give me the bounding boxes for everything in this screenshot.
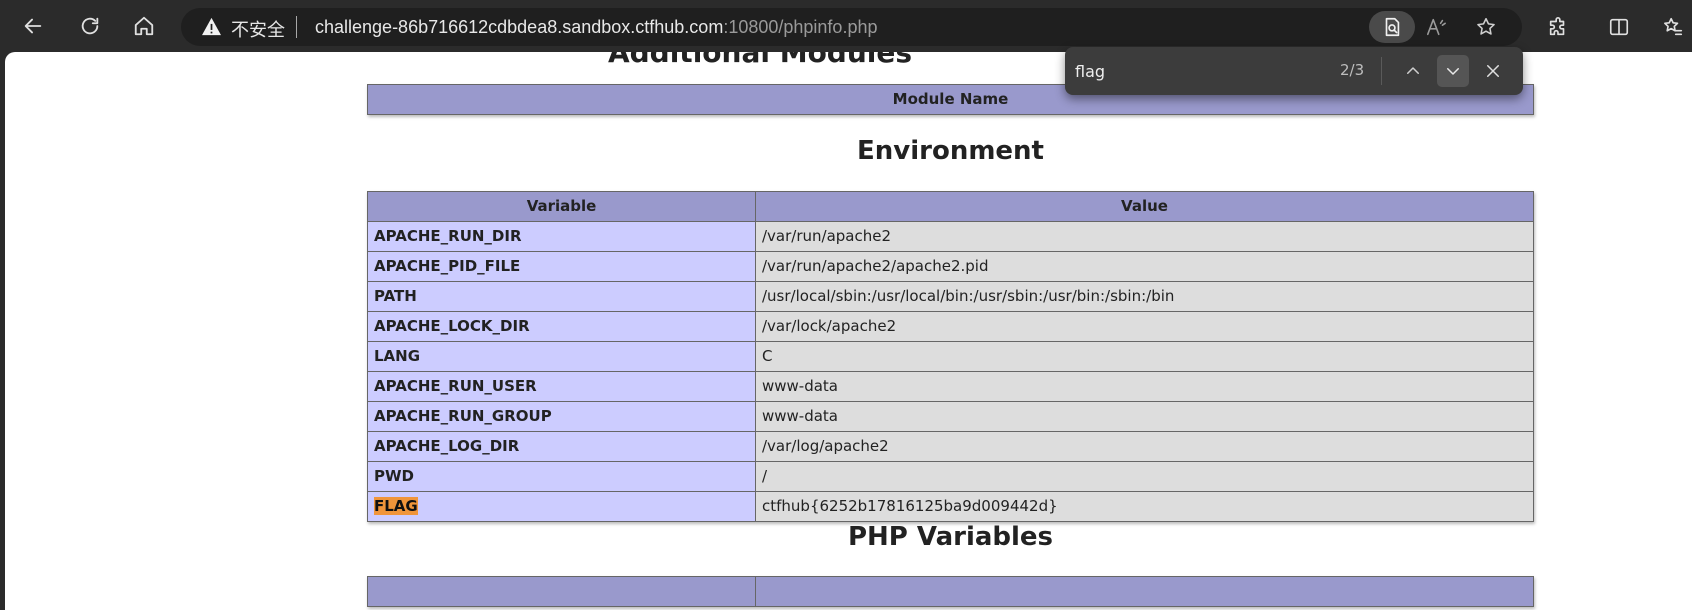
- split-screen-button[interactable]: [1602, 10, 1636, 44]
- browser-toolbar: 不安全 challenge-86b716612cdbdea8.sandbox.c…: [0, 0, 1692, 52]
- environment-variable-value: /usr/local/sbin:/usr/local/bin:/usr/sbin…: [755, 281, 1534, 312]
- home-icon: [134, 16, 154, 36]
- environment-row: APACHE_RUN_GROUP www-data: [367, 401, 1534, 432]
- puzzle-icon: [1549, 17, 1565, 36]
- environment-variable-name: APACHE_LOG_DIR: [367, 431, 756, 462]
- variable-name-text: APACHE_PID_FILE: [374, 257, 521, 275]
- read-aloud-icon: [1426, 18, 1446, 36]
- variable-name-text: LANG: [374, 347, 421, 365]
- environment-row: APACHE_LOG_DIR/var/log/apache2: [367, 431, 1534, 462]
- variable-name-text: PATH: [374, 287, 417, 305]
- security-indicator[interactable]: [201, 17, 222, 36]
- php-variables-col1: [367, 576, 756, 607]
- favorites-icon: [1664, 17, 1683, 36]
- address-bar[interactable]: 不安全 challenge-86b716612cdbdea8.sandbox.c…: [181, 8, 1522, 46]
- environment-variable-name: APACHE_LOCK_DIR: [367, 311, 756, 342]
- environment-table: Variable Value APACHE_RUN_DIR/var/run/ap…: [367, 191, 1534, 522]
- back-arrow-icon: [24, 18, 42, 34]
- variable-name-text: APACHE_LOCK_DIR: [374, 317, 530, 335]
- environment-row: PWD /: [367, 461, 1534, 492]
- find-close-button[interactable]: [1477, 55, 1509, 87]
- environment-variable-value: /var/run/apache2/apache2.pid: [755, 251, 1534, 282]
- environment-variable-name: LANG: [367, 341, 756, 372]
- environment-row: APACHE_PID_FILE/var/run/apache2/apache2.…: [367, 251, 1534, 282]
- environment-variable-value: www-data: [755, 371, 1534, 402]
- variable-name-text: APACHE_RUN_DIR: [374, 227, 522, 245]
- environment-variable-value: /var/run/apache2: [755, 221, 1534, 252]
- find-bar: 2/3: [1065, 47, 1523, 95]
- environment-variable-value: ctfhub{6252b17816125ba9d009442d}: [755, 491, 1534, 522]
- chevron-down-icon: [1447, 68, 1459, 75]
- variable-name-text: FLAG: [374, 497, 418, 515]
- read-aloud-button[interactable]: [1421, 12, 1451, 42]
- variable-name-text: APACHE_RUN_GROUP: [374, 407, 552, 425]
- find-input[interactable]: [1075, 57, 1335, 85]
- variable-name-text: APACHE_LOG_DIR: [374, 437, 520, 455]
- address-separator: [296, 16, 297, 38]
- home-button[interactable]: [126, 8, 162, 44]
- find-match-count: 2/3: [1340, 61, 1365, 79]
- environment-variable-value: /var/log/apache2: [755, 431, 1534, 462]
- back-button[interactable]: [15, 8, 51, 44]
- environment-row: APACHE_RUN_DIR/var/run/apache2: [367, 221, 1534, 252]
- environment-variable-name: APACHE_RUN_DIR: [367, 221, 756, 252]
- environment-header-row: Variable Value: [367, 191, 1534, 222]
- environment-row: PATH/usr/local/sbin:/usr/local/bin:/usr/…: [367, 281, 1534, 312]
- url-text[interactable]: challenge-86b716612cdbdea8.sandbox.ctfhu…: [315, 17, 877, 38]
- environment-variable-value: /var/lock/apache2: [755, 311, 1534, 342]
- environment-row: APACHE_RUN_USER www-data: [367, 371, 1534, 402]
- php-variables-table: [367, 576, 1534, 607]
- environment-variable-name: PWD: [367, 461, 756, 492]
- environment-variable-name: PATH: [367, 281, 756, 312]
- environment-row: APACHE_LOCK_DIR/var/lock/apache2: [367, 311, 1534, 342]
- variable-name-text: PWD: [374, 467, 414, 485]
- insecure-label[interactable]: 不安全: [231, 16, 285, 42]
- environment-variable-name: APACHE_PID_FILE: [367, 251, 756, 282]
- php-variables-col2: [755, 576, 1534, 607]
- environment-row: FLAG ctfhub{6252b17816125ba9d009442d}: [367, 491, 1534, 522]
- php-variables-heading: PHP Variables: [847, 522, 1054, 552]
- url-path: :10800/phpinfo.php: [723, 17, 878, 37]
- find-in-page-button[interactable]: [1369, 11, 1415, 43]
- favorite-button[interactable]: [1471, 12, 1501, 42]
- refresh-icon: [81, 17, 99, 35]
- value-column-header: Value: [755, 191, 1534, 222]
- environment-variable-name: FLAG: [367, 491, 756, 522]
- chevron-up-icon: [1407, 67, 1419, 74]
- page-viewport: Additional Modules Module Name Environme…: [5, 52, 1692, 610]
- variable-column-header: Variable: [367, 191, 756, 222]
- close-icon: [1487, 65, 1499, 77]
- find-next-button[interactable]: [1437, 55, 1469, 87]
- environment-variable-name: APACHE_RUN_GROUP: [367, 401, 756, 432]
- warning-icon: [202, 17, 221, 36]
- environment-variable-value: www-data: [755, 401, 1534, 432]
- extensions-button[interactable]: [1541, 10, 1575, 44]
- find-previous-button[interactable]: [1397, 55, 1429, 87]
- environment-heading: Environment: [857, 136, 1044, 166]
- variable-name-text: APACHE_RUN_USER: [374, 377, 537, 395]
- environment-variable-value: C: [755, 341, 1534, 372]
- environment-row: LANG C: [367, 341, 1534, 372]
- split-screen-icon: [1609, 18, 1629, 36]
- find-in-page-icon: [1385, 17, 1400, 37]
- environment-variable-value: /: [755, 461, 1534, 492]
- refresh-button[interactable]: [72, 8, 108, 44]
- favorites-button[interactable]: [1656, 10, 1690, 44]
- php-variables-header-row: [367, 576, 1534, 607]
- star-icon: [1477, 17, 1495, 35]
- find-separator: [1381, 57, 1382, 85]
- environment-variable-name: APACHE_RUN_USER: [367, 371, 756, 402]
- url-host: challenge-86b716612cdbdea8.sandbox.ctfhu…: [315, 17, 724, 37]
